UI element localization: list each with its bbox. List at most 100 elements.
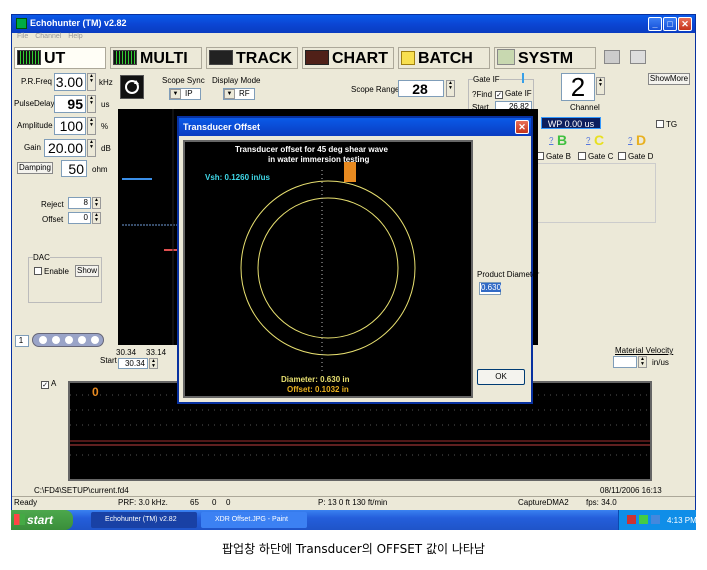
printer-icon[interactable]	[604, 50, 620, 64]
reject-field[interactable]: 8	[68, 197, 91, 209]
taskbar: start Echohunter (TM) v2.82 XDR Offset.J…	[11, 510, 697, 530]
dac-show-button[interactable]: Show	[75, 265, 99, 277]
tab-multi[interactable]: MULTI	[110, 47, 202, 69]
system-tray: 4:13 PM	[618, 510, 697, 530]
dac-enable-checkbox[interactable]: Enable	[34, 267, 69, 276]
tab-chart[interactable]: CHART	[302, 47, 394, 69]
vsh-readout: Vsh: 0.1260 in/us	[205, 173, 270, 182]
dialog-heading-1: Transducer offset for 45 deg shear wave	[235, 145, 388, 154]
prf-stepper[interactable]: ▲ ▼	[87, 73, 96, 91]
windows-logo-icon	[14, 514, 25, 525]
folder-icon	[401, 51, 415, 65]
offset-field[interactable]: 0	[68, 212, 91, 224]
tab-systm[interactable]: SYSTM	[494, 47, 596, 69]
prf-label: P.R.Freq	[21, 77, 52, 86]
taskbar-item-echohunter[interactable]: Echohunter (TM) v2.82	[91, 512, 197, 528]
material-velocity-stepper[interactable]: ▲ ▼	[638, 356, 647, 368]
forward-icon[interactable]	[65, 336, 73, 344]
offset-stepper[interactable]: ▲ ▼	[92, 212, 101, 224]
damping-button[interactable]: Damping	[17, 162, 53, 174]
scope-start-stepper[interactable]: ▲ ▼	[149, 358, 158, 369]
play-icon[interactable]	[52, 336, 60, 344]
dialog-close-button[interactable]: ✕	[515, 120, 529, 134]
gate-c-letter: C	[594, 132, 605, 148]
waveform-icon	[113, 50, 137, 65]
offset-readout: Offset: 0.1032 in	[287, 385, 349, 394]
pause-icon[interactable]	[78, 336, 86, 344]
scope-range-label: Scope Range	[351, 85, 400, 94]
gate-c-checkbox[interactable]: Gate C	[578, 152, 613, 161]
transducer-offset-dialog: Transducer Offset ✕ Transducer offset fo…	[177, 116, 539, 404]
gates-panel	[536, 163, 656, 223]
stop-icon[interactable]	[91, 336, 99, 344]
reject-stepper[interactable]: ▲ ▼	[92, 197, 101, 209]
gate-if-checkbox[interactable]: ✓ Gate IF	[495, 89, 532, 99]
reject-label: Reject	[41, 200, 64, 209]
gain-stepper[interactable]: ▲ ▼	[87, 139, 96, 157]
mode-bar: UT MULTI TRACK CHART BATCH SYSTM ShowMor…	[12, 45, 695, 85]
tg-checkbox[interactable]: TG	[656, 120, 677, 129]
tray-icon[interactable]	[639, 515, 648, 524]
amplitude-stepper[interactable]: ▲ ▼	[87, 117, 96, 135]
pulse-delay-stepper[interactable]: ▲ ▼	[87, 95, 96, 113]
product-diameter-input[interactable]: 0.630	[479, 282, 502, 295]
tab-ut[interactable]: UT	[14, 47, 106, 69]
gain-field[interactable]: 20.00	[44, 139, 86, 157]
display-mode-label: Display Mode	[212, 76, 261, 85]
refresh-icon[interactable]	[120, 75, 144, 99]
pulse-delay-label: PulseDelay	[14, 99, 55, 108]
dialog-title: Transducer Offset	[183, 122, 261, 132]
ok-button[interactable]: OK	[477, 369, 525, 385]
window-title: Echohunter (TM) v2.82	[30, 18, 127, 28]
close-button[interactable]: ✕	[678, 17, 692, 31]
datetime: 08/11/2006 16:13	[600, 486, 662, 495]
minimize-button[interactable]: _	[648, 17, 662, 31]
damping-field[interactable]: 50	[61, 160, 87, 177]
track-icon	[209, 50, 233, 65]
menu-bar: File Channel Help	[12, 33, 695, 44]
scope-range-stepper[interactable]: ▲ ▼	[446, 80, 455, 97]
gain-label: Gain	[24, 143, 41, 152]
offset-diagram: Transducer offset for 45 deg shear wave …	[183, 140, 473, 398]
amplitude-field[interactable]: 100	[54, 117, 86, 135]
file-path: C:\FD4\SETUP\current.fd4	[34, 486, 129, 495]
start-button[interactable]: start	[11, 510, 73, 530]
show-more-button[interactable]: ShowMore	[648, 73, 690, 85]
prf-field[interactable]: 3.00	[54, 73, 86, 91]
gate-if-find-label[interactable]: ?Find	[472, 90, 492, 99]
menu-file[interactable]: File	[17, 33, 28, 40]
tray-icon[interactable]	[651, 515, 660, 524]
tab-batch[interactable]: BATCH	[398, 47, 490, 69]
gate-b-letter: B	[557, 132, 568, 148]
a-checkbox[interactable]: ✓ A	[41, 379, 56, 389]
taskbar-item-paint[interactable]: XDR Offset.JPG - Paint	[201, 512, 307, 528]
tray-icon[interactable]	[627, 515, 636, 524]
channel-label: Channel	[570, 103, 600, 112]
pulse-delay-field[interactable]: 95	[54, 95, 86, 113]
channel-field[interactable]: 2	[561, 73, 595, 101]
scope-sync-select[interactable]: ▼ IP	[169, 88, 201, 100]
page-field[interactable]: 1	[15, 335, 29, 347]
caption: 팝업창 하단에 Transducer의 OFFSET 값이 나타남	[222, 542, 485, 556]
strip-marker: 0	[92, 385, 99, 399]
material-velocity-field[interactable]	[613, 356, 637, 368]
dialog-heading-2: in water immersion testing	[268, 155, 370, 164]
app-icon	[16, 18, 27, 29]
scope-axis-right: 33.14	[146, 348, 167, 357]
menu-help[interactable]: Help	[68, 33, 82, 40]
scope-range-field[interactable]: 28	[398, 80, 444, 97]
diameter-readout: Diameter: 0.630 in	[281, 375, 350, 384]
gate-b-checkbox[interactable]: Gate B	[536, 152, 571, 161]
scope-start-field[interactable]: 30.34	[118, 358, 148, 369]
tab-track[interactable]: TRACK	[206, 47, 298, 69]
menu-channel[interactable]: Channel	[35, 33, 61, 40]
clock: 4:13 PM	[667, 516, 697, 525]
status-bar: Ready PRF: 3.0 kHz. 65 0 0 P: 13 0 ft 13…	[12, 496, 695, 507]
channel-stepper[interactable]: ▲ ▼	[596, 77, 605, 95]
playback-controls[interactable]	[32, 333, 104, 347]
maximize-button[interactable]: □	[663, 17, 677, 31]
display-mode-select[interactable]: ▼ RF	[223, 88, 255, 100]
rewind-icon[interactable]	[39, 336, 47, 344]
camera-icon[interactable]	[630, 50, 646, 64]
gate-d-checkbox[interactable]: Gate D	[618, 152, 653, 161]
